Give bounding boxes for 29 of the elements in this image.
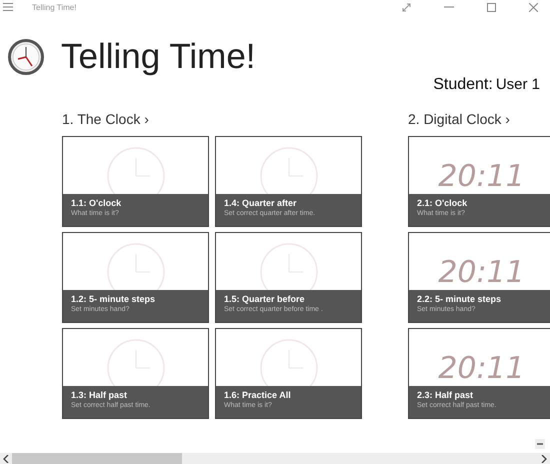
digital-clock-face: 20:11 [438, 352, 525, 386]
digital-clock-face: 20:11 [438, 256, 525, 290]
scrollbar-thumb[interactable] [12, 453, 182, 464]
minus-icon[interactable] [535, 438, 545, 448]
tile-title: 1.5: Quarter before [224, 294, 306, 304]
tile-title: 1.2: 5- minute steps [71, 294, 156, 304]
horizontal-scrollbar[interactable] [0, 453, 550, 464]
student-name: User 1 [496, 76, 540, 93]
scroll-right-icon[interactable] [541, 454, 547, 462]
digital-clock-face: 20:11 [438, 160, 525, 194]
clock-icon [8, 39, 44, 75]
window-title: Telling Time! [32, 2, 76, 12]
close-icon[interactable] [529, 2, 538, 12]
minimize-icon[interactable] [444, 6, 454, 8]
tile-title: 1.4: Quarter after [224, 198, 298, 208]
maximize-icon[interactable] [487, 2, 496, 12]
student-label: Student: [433, 76, 493, 94]
tile-title: 1.1: O'clock [71, 198, 122, 208]
tile-title: 2.2: 5- minute steps [417, 294, 502, 304]
app-title: Telling Time! [61, 37, 256, 77]
fullscreen-icon[interactable] [402, 2, 411, 12]
tile-title: 1.6: Practice All [224, 390, 292, 400]
scroll-left-icon[interactable] [3, 454, 9, 462]
menu-icon[interactable] [3, 3, 13, 11]
tile-title: 2.3: Half past [417, 390, 474, 400]
tile-title: 2.1: O'clock [417, 198, 468, 208]
tile-title: 1.3: Half past [71, 390, 128, 400]
section-title[interactable]: 1. The Clock › [62, 112, 362, 136]
section-title[interactable]: 2. Digital Clock › [408, 112, 550, 136]
